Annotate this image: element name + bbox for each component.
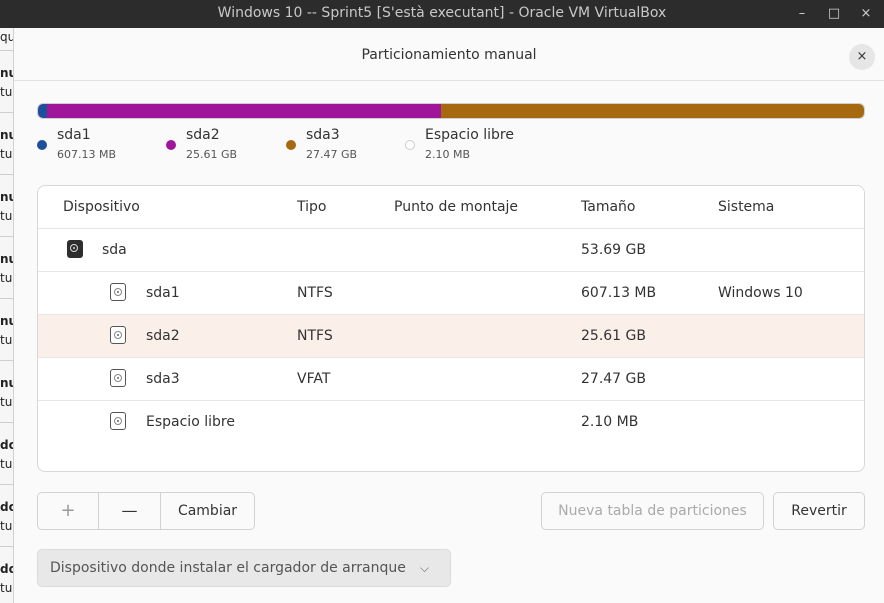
- cell-type: NTFS: [297, 285, 333, 301]
- cell-system: Windows 10: [718, 285, 803, 301]
- bg-divider: [0, 50, 13, 51]
- chevron-down-icon: ⌵: [420, 561, 430, 575]
- column-header-mount[interactable]: Punto de montaje: [394, 199, 518, 215]
- legend-swatch: [286, 140, 296, 150]
- legend-name: sda3: [306, 127, 340, 143]
- legend-size: 607.13 MB: [57, 148, 117, 161]
- column-header-size[interactable]: Tamaño: [581, 199, 635, 215]
- cell-size: 27.47 GB: [581, 371, 646, 387]
- cell-size: 2.10 MB: [581, 414, 639, 430]
- bg-fragment: nu: [0, 376, 13, 390]
- bg-fragment: nu: [0, 66, 13, 80]
- bg-fragment: do: [0, 562, 13, 576]
- disk-icon: [67, 240, 83, 258]
- column-header-type[interactable]: Tipo: [297, 199, 326, 215]
- table-row-selected[interactable]: sda2 NTFS 25.61 GB: [38, 315, 864, 358]
- dialog-title: Particionamiento manual: [361, 47, 537, 63]
- partition-dialog: Particionamiento manual × sda1 607.13 MB…: [14, 28, 884, 603]
- bg-fragment: tu: [0, 395, 13, 409]
- legend-name: sda1: [57, 127, 91, 143]
- maximize-button[interactable]: □: [824, 4, 844, 24]
- bg-fragment: do: [0, 438, 13, 452]
- partition-icon: [110, 283, 126, 301]
- partition-action-group: + — Cambiar: [37, 492, 255, 530]
- legend-size: 25.61 GB: [186, 148, 238, 161]
- bg-fragment: nu: [0, 128, 13, 142]
- dialog-header: Particionamiento manual ×: [14, 28, 884, 81]
- legend-size: 27.47 GB: [306, 148, 358, 161]
- bootloader-device-label: Dispositivo donde instalar el cargador d…: [50, 560, 406, 576]
- table-row[interactable]: Espacio libre 2.10 MB: [38, 401, 864, 444]
- legend-name: sda2: [186, 127, 220, 143]
- bg-fragment: tu: [0, 519, 13, 533]
- bg-divider: [0, 298, 13, 299]
- bg-divider: [0, 174, 13, 175]
- cell-device: Espacio libre: [146, 414, 235, 430]
- table-row[interactable]: sda 53.69 GB: [38, 229, 864, 272]
- window-close-button[interactable]: ×: [856, 4, 876, 24]
- bg-divider: [0, 360, 13, 361]
- legend-name: Espacio libre: [425, 127, 514, 143]
- bootloader-device-select[interactable]: Dispositivo donde instalar el cargador d…: [37, 549, 451, 587]
- bg-fragment: tu: [0, 457, 13, 471]
- partition-icon: [110, 326, 126, 344]
- bg-fragment: tu: [0, 85, 13, 99]
- window-titlebar: Windows 10 -- Sprint5 [S'està executant]…: [0, 0, 884, 28]
- table-row[interactable]: sda1 NTFS 607.13 MB Windows 10: [38, 272, 864, 315]
- partition-icon: [110, 369, 126, 387]
- bg-fragment: nu: [0, 252, 13, 266]
- partition-segment-sda1: [38, 104, 48, 118]
- column-header-device[interactable]: Dispositivo: [63, 199, 140, 215]
- bg-fragment: nu: [0, 190, 13, 204]
- bg-fragment: qu: [0, 30, 14, 44]
- cell-device: sda3: [146, 371, 180, 387]
- column-header-system[interactable]: Sistema: [718, 199, 774, 215]
- bg-divider: [0, 484, 13, 485]
- cell-size: 53.69 GB: [581, 242, 646, 258]
- partition-icon: [110, 412, 126, 430]
- cell-device: sda: [102, 242, 127, 258]
- cell-size: 25.61 GB: [581, 328, 646, 344]
- cell-device: sda1: [146, 285, 180, 301]
- bg-fragment: tu: [0, 581, 13, 595]
- window-title: Windows 10 -- Sprint5 [S'està executant]…: [217, 5, 667, 21]
- cell-type: NTFS: [297, 328, 333, 344]
- bg-divider: [0, 422, 13, 423]
- dialog-close-button[interactable]: ×: [849, 44, 875, 70]
- bg-fragment: tu: [0, 271, 13, 285]
- remove-partition-button[interactable]: —: [99, 493, 161, 529]
- partition-segment-sda2: [47, 104, 442, 118]
- bg-fragment: do: [0, 500, 13, 514]
- partition-segment-sda3: [441, 104, 864, 118]
- bg-fragment: tu: [0, 147, 13, 161]
- legend-swatch: [166, 140, 176, 150]
- change-partition-button[interactable]: Cambiar: [161, 493, 254, 529]
- bg-fragment: tu: [0, 333, 13, 347]
- bg-fragment: nu: [0, 314, 13, 328]
- bg-divider: [0, 236, 13, 237]
- bg-divider: [0, 546, 13, 547]
- revert-button[interactable]: Revertir: [773, 492, 865, 530]
- new-partition-table-button[interactable]: Nueva tabla de particiones: [541, 492, 764, 530]
- legend-swatch: [405, 140, 415, 150]
- bg-fragment: tu: [0, 209, 13, 223]
- partition-table: Dispositivo Tipo Punto de montaje Tamaño…: [37, 185, 865, 472]
- minimize-button[interactable]: –: [792, 4, 812, 24]
- cell-size: 607.13 MB: [581, 285, 657, 301]
- bg-divider: [0, 112, 13, 113]
- legend-swatch: [37, 140, 47, 150]
- cell-type: VFAT: [297, 371, 331, 387]
- cell-device: sda2: [146, 328, 180, 344]
- background-window-strip: qu nu tu nu tu nu tu nu tu nu tu nu tu d…: [0, 28, 14, 603]
- table-header: Dispositivo Tipo Punto de montaje Tamaño…: [38, 186, 864, 229]
- table-row[interactable]: sda3 VFAT 27.47 GB: [38, 358, 864, 401]
- legend-size: 2.10 MB: [425, 148, 471, 161]
- add-partition-button[interactable]: +: [38, 493, 99, 529]
- partition-bar: [37, 103, 865, 119]
